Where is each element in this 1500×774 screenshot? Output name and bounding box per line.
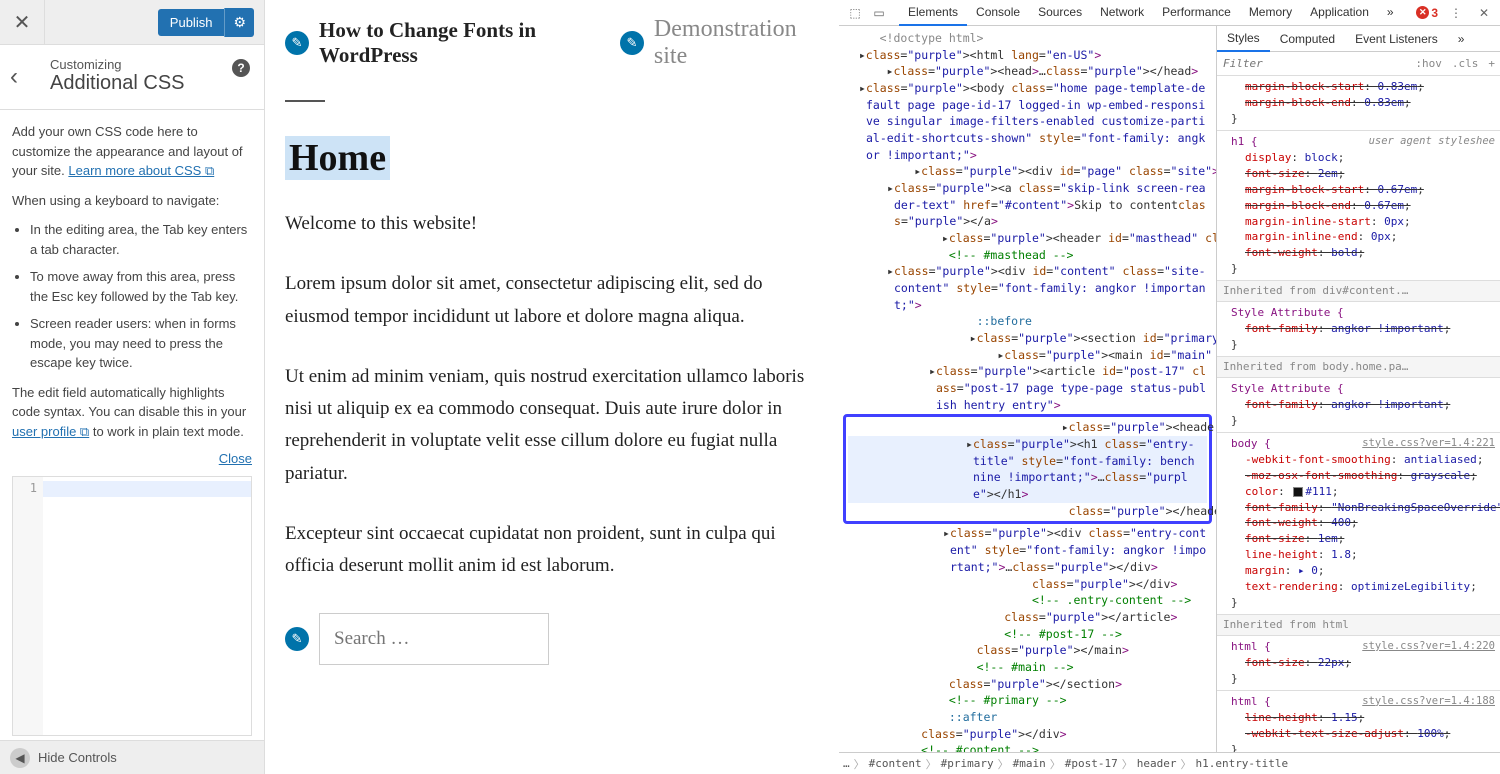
- close-link[interactable]: Close: [12, 451, 252, 466]
- css-editor[interactable]: 1: [12, 476, 252, 736]
- tab-computed[interactable]: Computed: [1270, 27, 1345, 51]
- devtools-toolbar: ⬚ ▭ Elements Console Sources Network Per…: [839, 0, 1500, 26]
- styles-panel: Styles Computed Event Listeners » :hov .…: [1217, 26, 1500, 752]
- tip-item: In the editing area, the Tab key enters …: [30, 220, 252, 259]
- tab-performance[interactable]: Performance: [1153, 0, 1240, 26]
- learn-more-link[interactable]: Learn more about CSS ⧉: [68, 163, 214, 178]
- dom-tree[interactable]: <!doctype html> ▸class="purple"><html la…: [839, 26, 1217, 752]
- content-paragraph: Ut enim ad minim veniam, quis nostrud ex…: [285, 361, 819, 490]
- tip-item: Screen reader users: when in forms mode,…: [30, 314, 252, 373]
- user-profile-link[interactable]: user profile ⧉: [12, 424, 89, 439]
- edit-shortcut-icon[interactable]: ✎: [620, 31, 644, 55]
- search-input[interactable]: [319, 613, 549, 665]
- tab-memory[interactable]: Memory: [1240, 0, 1301, 26]
- tab-network[interactable]: Network: [1091, 0, 1153, 26]
- hov-toggle[interactable]: :hov: [1410, 57, 1447, 70]
- publish-button[interactable]: Publish: [158, 9, 225, 36]
- site-tagline: Demonstration site: [654, 16, 819, 70]
- customizer-top-bar: ✕ Publish ⚙: [0, 0, 264, 45]
- site-title[interactable]: How to Change Fonts in WordPress: [319, 18, 610, 68]
- filter-input[interactable]: [1217, 55, 1410, 72]
- line-number: 1: [13, 481, 37, 495]
- styles-body[interactable]: margin-block-start: 0.83em;margin-block-…: [1217, 76, 1500, 752]
- keyboard-intro: When using a keyboard to navigate:: [12, 191, 252, 211]
- help-icon[interactable]: ?: [232, 59, 250, 77]
- tab-event-listeners[interactable]: Event Listeners: [1345, 27, 1448, 51]
- tab-styles[interactable]: Styles: [1217, 26, 1270, 52]
- error-badge[interactable]: ✕3: [1416, 6, 1438, 20]
- collapse-icon: ◀: [10, 748, 30, 768]
- tab-application[interactable]: Application: [1301, 0, 1378, 26]
- devtools-close-icon[interactable]: ✕: [1474, 3, 1494, 23]
- tab-sources[interactable]: Sources: [1029, 0, 1091, 26]
- customizer-panel: ✕ Publish ⚙ ‹ Customizing Additional CSS…: [0, 0, 265, 774]
- tip-item: To move away from this area, press the E…: [30, 267, 252, 306]
- page-title: Home: [285, 136, 390, 180]
- gear-icon[interactable]: ⚙: [224, 8, 254, 37]
- content-paragraph: Excepteur sint occaecat cupidatat non pr…: [285, 518, 819, 583]
- close-icon[interactable]: ✕: [0, 0, 45, 45]
- kebab-icon[interactable]: ⋮: [1446, 3, 1466, 23]
- more-tabs-icon[interactable]: »: [1378, 0, 1403, 26]
- inspect-icon[interactable]: ⬚: [845, 3, 865, 23]
- add-rule-icon[interactable]: +: [1483, 57, 1500, 70]
- content-paragraph: Lorem ipsum dolor sit amet, consectetur …: [285, 268, 819, 333]
- customizing-label: Customizing: [50, 57, 246, 72]
- divider: [285, 100, 325, 102]
- device-icon[interactable]: ▭: [869, 3, 889, 23]
- edit-shortcut-icon[interactable]: ✎: [285, 627, 309, 651]
- site-preview: ✎ How to Change Fonts in WordPress ✎ Dem…: [265, 0, 839, 774]
- breadcrumb-bar[interactable]: …〉#content〉#primary〉#main〉#post-17〉heade…: [839, 752, 1500, 774]
- tab-console[interactable]: Console: [967, 0, 1029, 26]
- devtools-panel: ⬚ ▭ Elements Console Sources Network Per…: [839, 0, 1500, 774]
- content-paragraph: Welcome to this website!: [285, 208, 819, 240]
- cls-toggle[interactable]: .cls: [1447, 57, 1484, 70]
- tab-elements[interactable]: Elements: [899, 0, 967, 26]
- back-icon[interactable]: ‹: [10, 63, 18, 91]
- customizer-section-header: ‹ Customizing Additional CSS ?: [0, 45, 264, 110]
- customizer-body: Add your own CSS code here to customize …: [0, 110, 264, 740]
- more-tabs-icon[interactable]: »: [1448, 27, 1475, 51]
- edit-shortcut-icon[interactable]: ✎: [285, 31, 309, 55]
- section-title: Additional CSS: [50, 72, 246, 95]
- hide-controls-button[interactable]: ◀ Hide Controls: [0, 740, 264, 774]
